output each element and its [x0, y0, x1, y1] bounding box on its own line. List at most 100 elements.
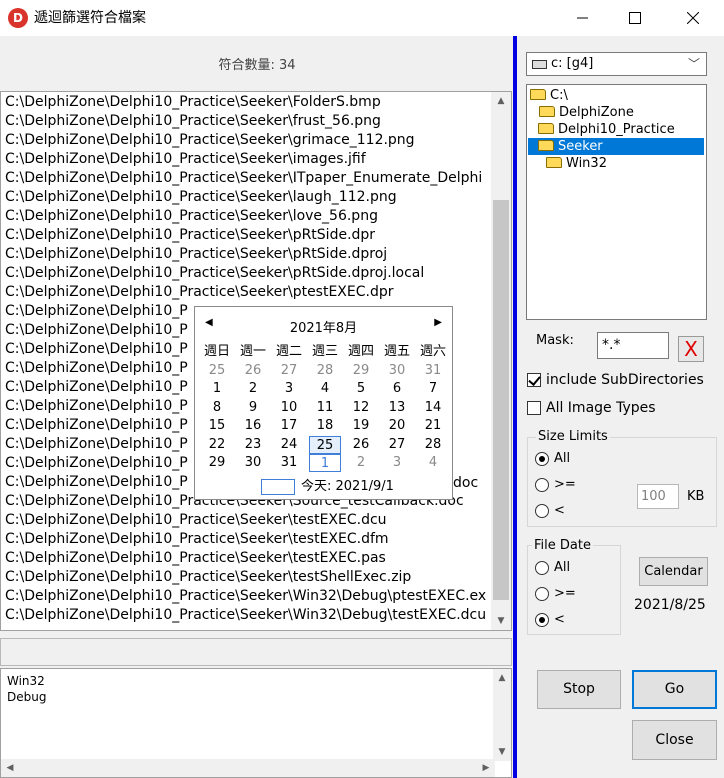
maximize-button[interactable]	[610, 0, 660, 36]
calendar-day[interactable]: 4	[417, 454, 449, 472]
drive-select[interactable]: c: [g4] ﹀	[526, 52, 707, 76]
date-lt-radio[interactable]	[535, 613, 549, 627]
include-subdirectories-checkbox[interactable]	[527, 373, 541, 387]
scroll-down-icon[interactable]: ▼	[491, 612, 511, 630]
calendar-day[interactable]: 27	[381, 436, 413, 454]
scroll-left-icon[interactable]: ◀	[1, 759, 19, 777]
file-list-row[interactable]: C:\DelphiZone\Delphi10_Practice\Seeker\t…	[5, 511, 491, 530]
calendar-day[interactable]: 11	[309, 399, 341, 417]
file-list-row[interactable]: C:\DelphiZone\Delphi10_Practice\Seeker\p…	[5, 264, 491, 283]
calendar-day[interactable]: 6	[381, 380, 413, 398]
calendar-day[interactable]: 28	[417, 436, 449, 454]
log-hscroll[interactable]: ◀ ▶	[1, 759, 495, 777]
file-list-row[interactable]: C:\DelphiZone\Delphi10_Practice\Seeker\p…	[5, 226, 491, 245]
file-list-row[interactable]: C:\DelphiZone\Delphi10_Practice\Seeker\W…	[5, 606, 491, 625]
file-list-row[interactable]: C:\DelphiZone\Delphi10_Practice\Seeker\p…	[5, 245, 491, 264]
file-list-scrollbar[interactable]: ▲ ▼	[491, 92, 511, 630]
calendar-day[interactable]: 1	[309, 454, 341, 472]
calendar-day[interactable]: 18	[309, 417, 341, 435]
calendar-day[interactable]: 23	[237, 436, 269, 454]
calendar-day[interactable]: 27	[273, 362, 305, 380]
panel-splitter[interactable]	[513, 36, 517, 778]
calendar-day[interactable]: 3	[381, 454, 413, 472]
size-all-radio[interactable]	[535, 452, 549, 466]
calendar-day[interactable]: 15	[201, 417, 233, 435]
stop-button[interactable]: Stop	[537, 670, 621, 709]
dir-item[interactable]: Seeker	[528, 138, 704, 155]
file-list-row[interactable]: C:\DelphiZone\Delphi10_Practice\Seeker\t…	[5, 568, 491, 587]
close-window-button[interactable]	[668, 0, 718, 36]
calendar-day[interactable]: 3	[273, 380, 305, 398]
date-all-radio[interactable]	[535, 561, 549, 575]
calendar-day[interactable]: 26	[345, 436, 377, 454]
log-memo[interactable]: Win32 Debug ▲ ▼ ◀ ▶	[0, 668, 512, 778]
calendar-day[interactable]: 30	[237, 454, 269, 472]
file-list-row[interactable]: C:\DelphiZone\Delphi10_Practice\Seeker\g…	[5, 131, 491, 150]
mask-input[interactable]: *.*	[597, 332, 669, 359]
calendar-day[interactable]: 2	[237, 380, 269, 398]
calendar-day[interactable]: 30	[381, 362, 413, 380]
calendar-button[interactable]: Calendar	[639, 557, 708, 586]
dir-item[interactable]: DelphiZone	[539, 104, 634, 121]
calendar-day[interactable]: 17	[273, 417, 305, 435]
calendar-day[interactable]: 25	[201, 362, 233, 380]
calendar-day[interactable]: 1	[201, 380, 233, 398]
file-list-row[interactable]: C:\DelphiZone\Delphi10_Practice\Seeker\W…	[5, 587, 491, 606]
file-list-row[interactable]: C:\DelphiZone\Delphi10_Practice\Seeker\f…	[5, 112, 491, 131]
date-ge-radio[interactable]	[535, 587, 549, 601]
calendar-day[interactable]: 14	[417, 399, 449, 417]
scroll-thumb[interactable]	[493, 200, 509, 600]
calendar-day[interactable]: 28	[309, 362, 341, 380]
log-vscroll[interactable]: ▲ ▼	[493, 669, 511, 761]
size-lt-radio[interactable]	[535, 504, 549, 518]
calendar-day[interactable]: 26	[237, 362, 269, 380]
calendar-day[interactable]: 4	[309, 380, 341, 398]
file-list-row[interactable]: C:\DelphiZone\Delphi10_Practice\Seeker\t…	[5, 549, 491, 568]
close-button[interactable]: Close	[632, 720, 717, 760]
calendar-day[interactable]: 8	[201, 399, 233, 417]
file-list-row[interactable]: C:\DelphiZone\Delphi10_Practice\Seeker\I…	[5, 169, 491, 188]
directory-tree[interactable]: C:\ DelphiZone Delphi10_Practice Seeker Win3…	[526, 84, 707, 320]
calendar-day[interactable]: 21	[417, 417, 449, 435]
calendar-day[interactable]: 24	[273, 436, 305, 454]
calendar-day[interactable]: 13	[381, 399, 413, 417]
file-list-row[interactable]: C:\DelphiZone\Delphi10_Practice\Seeker\l…	[5, 188, 491, 207]
file-list-row[interactable]: C:\DelphiZone\Delphi10_Practice\Seeker\t…	[5, 530, 491, 549]
all-image-types-checkbox[interactable]	[527, 401, 541, 415]
minimize-button[interactable]	[558, 0, 608, 36]
calendar-day[interactable]: 9	[237, 399, 269, 417]
calendar-day[interactable]: 25	[309, 435, 341, 454]
calendar-day[interactable]: 10	[273, 399, 305, 417]
calendar-day[interactable]: 5	[345, 380, 377, 398]
scroll-up-icon[interactable]: ▲	[491, 92, 511, 110]
calendar-day[interactable]: 29	[345, 362, 377, 380]
size-ge-radio[interactable]	[535, 478, 549, 492]
dir-item[interactable]: Delphi10_Practice	[538, 121, 675, 138]
scroll-up-icon[interactable]: ▲	[493, 669, 511, 687]
calendar-day[interactable]: 31	[273, 454, 305, 472]
log-lines: Win32 Debug	[7, 673, 46, 705]
file-list-row[interactable]: C:\DelphiZone\Delphi10_Practice\Seeker\l…	[5, 207, 491, 226]
next-month-icon[interactable]: ▶	[434, 317, 442, 328]
calendar-popup[interactable]: ◀ 2021年8月 ▶ 週日 週一 週二 週三 週四 週五 週六 25 26 27 28 29 30 31…	[194, 306, 453, 500]
calendar-day[interactable]: 19	[345, 417, 377, 435]
calendar-day[interactable]: 12	[345, 399, 377, 417]
calendar-day[interactable]: 2	[345, 454, 377, 472]
dir-item[interactable]: Win32	[546, 155, 607, 172]
scroll-down-icon[interactable]: ▼	[493, 743, 511, 761]
file-list-row[interactable]: C:\DelphiZone\Delphi10_Practice\Seeker\p…	[5, 283, 491, 302]
dir-item[interactable]: C:\	[530, 87, 568, 104]
clear-mask-button[interactable]: X	[678, 336, 704, 362]
calendar-day[interactable]: 16	[237, 417, 269, 435]
file-list-row[interactable]: C:\DelphiZone\Delphi10_Practice\Seeker\F…	[5, 93, 491, 112]
calendar-day[interactable]: 31	[417, 362, 449, 380]
calendar-weekday: 週六	[419, 344, 446, 359]
go-button[interactable]: Go	[632, 670, 717, 709]
calendar-day[interactable]: 7	[417, 380, 449, 398]
calendar-day[interactable]: 29	[201, 454, 233, 472]
scroll-right-icon[interactable]: ▶	[477, 759, 495, 777]
calendar-day[interactable]: 20	[381, 417, 413, 435]
calendar-day[interactable]: 22	[201, 436, 233, 454]
file-list-row[interactable]: C:\DelphiZone\Delphi10_Practice\Seeker\i…	[5, 150, 491, 169]
size-value-input[interactable]: 100	[637, 484, 679, 509]
